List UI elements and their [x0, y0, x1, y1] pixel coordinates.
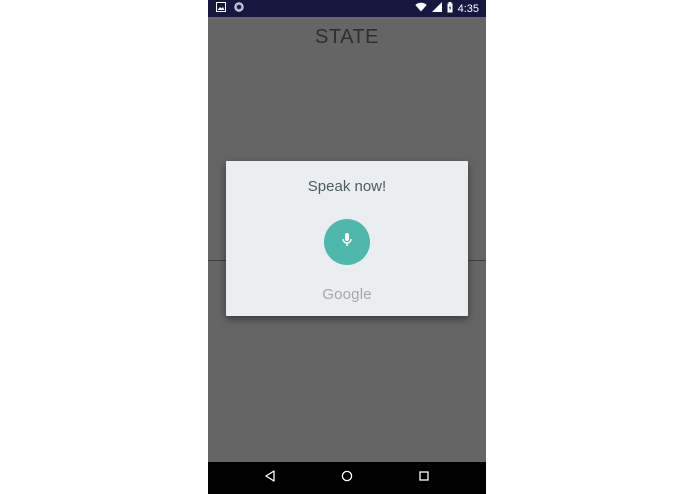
image-icon — [216, 2, 226, 15]
microphone-button[interactable] — [324, 219, 370, 265]
status-notifications — [216, 2, 244, 15]
home-icon — [341, 469, 353, 487]
recents-button[interactable] — [416, 470, 432, 486]
circle-notification-icon — [234, 2, 244, 15]
status-system: 4:35 — [414, 0, 479, 17]
status-time: 4:35 — [457, 2, 479, 15]
cell-signal-icon — [431, 2, 442, 15]
battery-icon — [447, 1, 453, 16]
status-bar: 4:35 — [208, 0, 486, 17]
phone-screen: 4:35 STATE Speak now! Google — [208, 0, 486, 494]
recents-icon — [418, 469, 430, 487]
microphone-icon — [341, 232, 353, 253]
speak-now-prompt: Speak now! — [307, 178, 387, 195]
wifi-icon — [414, 2, 427, 15]
back-icon — [264, 469, 276, 487]
back-button[interactable] — [262, 470, 278, 486]
voice-input-dialog: Speak now! Google — [226, 161, 468, 316]
app-title: STATE — [315, 26, 379, 48]
google-logo: Google — [322, 286, 372, 303]
home-button[interactable] — [339, 470, 355, 486]
navigation-bar — [208, 462, 486, 494]
